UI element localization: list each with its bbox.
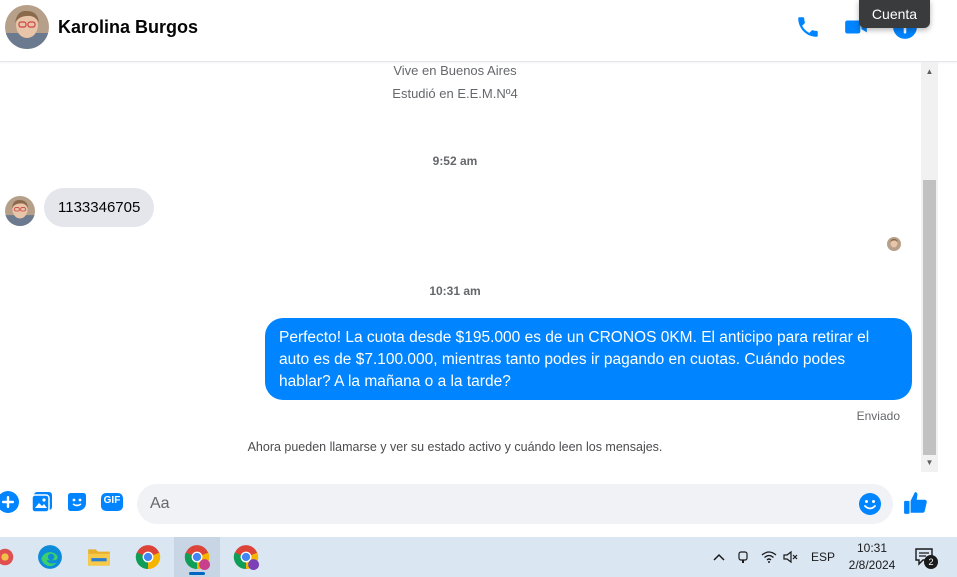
chat-scrollbar[interactable]: ▲ ▼ [921,62,938,472]
conversation-header: Karolina Burgos Cuenta [0,0,957,62]
phone-icon[interactable] [795,14,821,40]
privacy-notice: Ahora pueden llamarse y ver su estado ac… [247,440,663,454]
profile-education: Estudió en E.E.M.Nº4 [392,86,518,101]
incoming-message[interactable]: 1133346705 [44,188,155,227]
clock-date: 2/8/2024 [848,558,896,572]
sent-status: Enviado [856,409,900,423]
wifi-icon[interactable] [761,537,777,577]
scroll-up-arrow-icon[interactable]: ▲ [921,64,938,79]
plus-icon[interactable] [0,490,20,514]
timestamp: 10:31 am [429,284,481,298]
message-input-placeholder: Aa [150,495,170,512]
edge-browser-icon[interactable] [27,537,73,577]
scrollbar-thumb[interactable] [923,180,936,455]
photo-icon[interactable] [30,490,54,514]
emoji-icon[interactable] [858,492,882,516]
timestamp: 9:52 am [432,154,478,168]
pinned-app-icon[interactable] [0,537,28,577]
system-clock[interactable]: 10:31 2/8/2024 [840,540,904,574]
chrome-profile-c-icon[interactable] [174,537,220,577]
volume-muted-icon[interactable] [783,537,799,577]
outgoing-message[interactable]: Perfecto! La cuota desde $195.000 es de … [265,318,912,400]
windows-taskbar: ESP 10:31 2/8/2024 2 [0,537,957,577]
chrome-profile-alt-icon[interactable] [223,537,269,577]
contact-avatar[interactable] [5,5,49,49]
scroll-down-arrow-icon[interactable]: ▼ [921,455,938,470]
notifications-icon[interactable]: 2 [914,537,938,577]
show-hidden-icons-chevron-icon[interactable] [712,537,726,577]
sender-avatar[interactable] [5,196,35,226]
gif-label: GIF [103,495,121,506]
notification-count-badge: 2 [924,555,938,569]
message-list[interactable]: Vive en Buenos Aires Estudió en E.E.M.Nº… [0,62,920,472]
clock-time: 10:31 [856,541,888,555]
chrome-icon[interactable] [125,537,171,577]
account-tooltip: Cuenta [859,0,930,28]
contact-name[interactable]: Karolina Burgos [58,17,198,38]
seen-avatar [887,237,901,251]
message-composer: GIF Aa [0,478,957,534]
input-language[interactable]: ESP [811,537,835,577]
file-explorer-icon[interactable] [76,537,122,577]
sticker-icon[interactable] [65,490,89,514]
profile-location: Vive en Buenos Aires [393,63,517,78]
messenger-window: Karolina Burgos Cuenta Vive en Buenos Ai… [0,0,957,537]
message-input[interactable]: Aa [137,484,893,524]
like-icon[interactable] [903,490,927,514]
meet-now-icon[interactable] [737,537,751,577]
gif-icon[interactable]: GIF [100,490,124,514]
